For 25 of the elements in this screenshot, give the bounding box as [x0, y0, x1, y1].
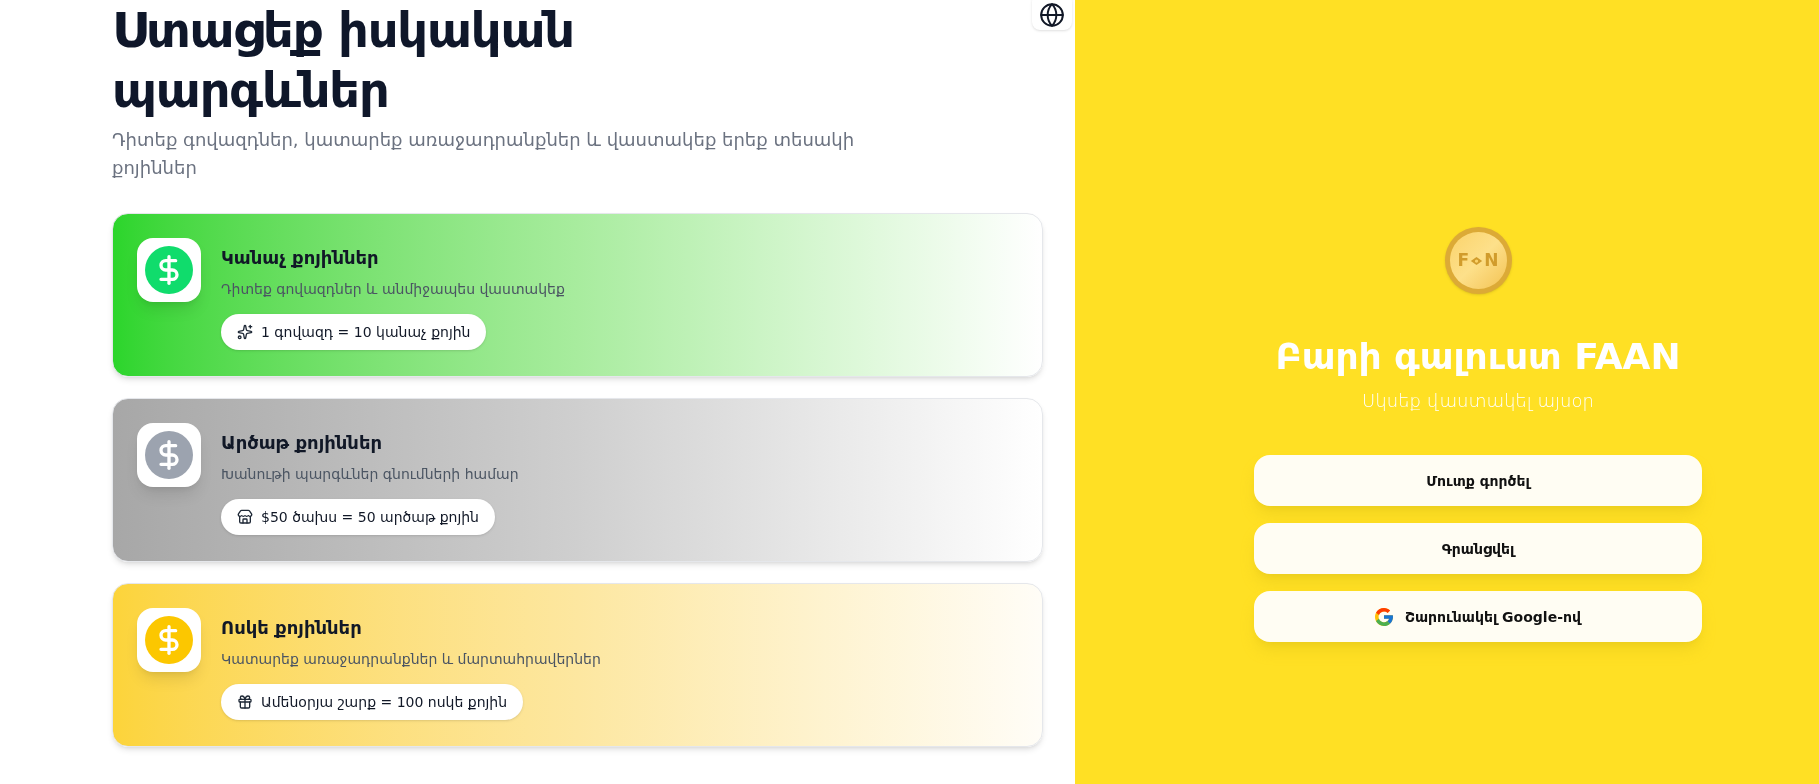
welcome-subtitle: Սկսեք վաստակել այսօր — [1362, 389, 1594, 413]
page-subtitle: Դիտեք գովազդներ, կատարեք առաջադրանքներ և վաստակեք երեք տեսակի քոյիններ — [112, 128, 856, 180]
card-description: Դիտեք գովազդներ և անմիջապես վաստակեք — [221, 280, 565, 299]
card-description: Կատարեք առաջադրանքներ և մարտահրավերներ — [221, 650, 601, 669]
gift-icon — [237, 694, 253, 710]
card-title: Կանաչ քոյիններ — [221, 246, 379, 270]
page-title: Ստացեք իսկական պարգևներ — [112, 1, 575, 120]
google-button[interactable]: Շարունակել Google-ով — [1254, 591, 1702, 642]
logo-letter: N — [1484, 252, 1499, 269]
welcome-title: Բարի գալուստ FAAN — [1275, 337, 1681, 377]
auth-button[interactable]: Մուտք գործել — [1254, 455, 1702, 506]
auth-button[interactable]: Գրանցվել — [1254, 523, 1702, 574]
reward-text: $50 ծախս = 50 արծաթ քոյին — [261, 508, 479, 527]
g-logo-icon — [1375, 607, 1394, 626]
card-title: Արծաթ քոյիններ — [221, 431, 383, 455]
language-button[interactable] — [1032, 0, 1072, 30]
reward-text: Ամենօրյա շարք = 100 ոսկե քոյին — [261, 693, 508, 712]
sparkles-icon — [237, 324, 253, 340]
reward-text: 1 գովազդ = 10 կանաչ քոյին — [261, 323, 471, 342]
card-description: Խանութի պարգևներ գնումների համար — [221, 465, 519, 484]
store-icon — [237, 509, 253, 525]
card-title: Ոսկե քոյիններ — [221, 616, 362, 640]
diamond-ornament-icon — [1470, 255, 1484, 266]
logo-letter: F — [1457, 252, 1470, 269]
globe-icon — [1039, 2, 1065, 28]
